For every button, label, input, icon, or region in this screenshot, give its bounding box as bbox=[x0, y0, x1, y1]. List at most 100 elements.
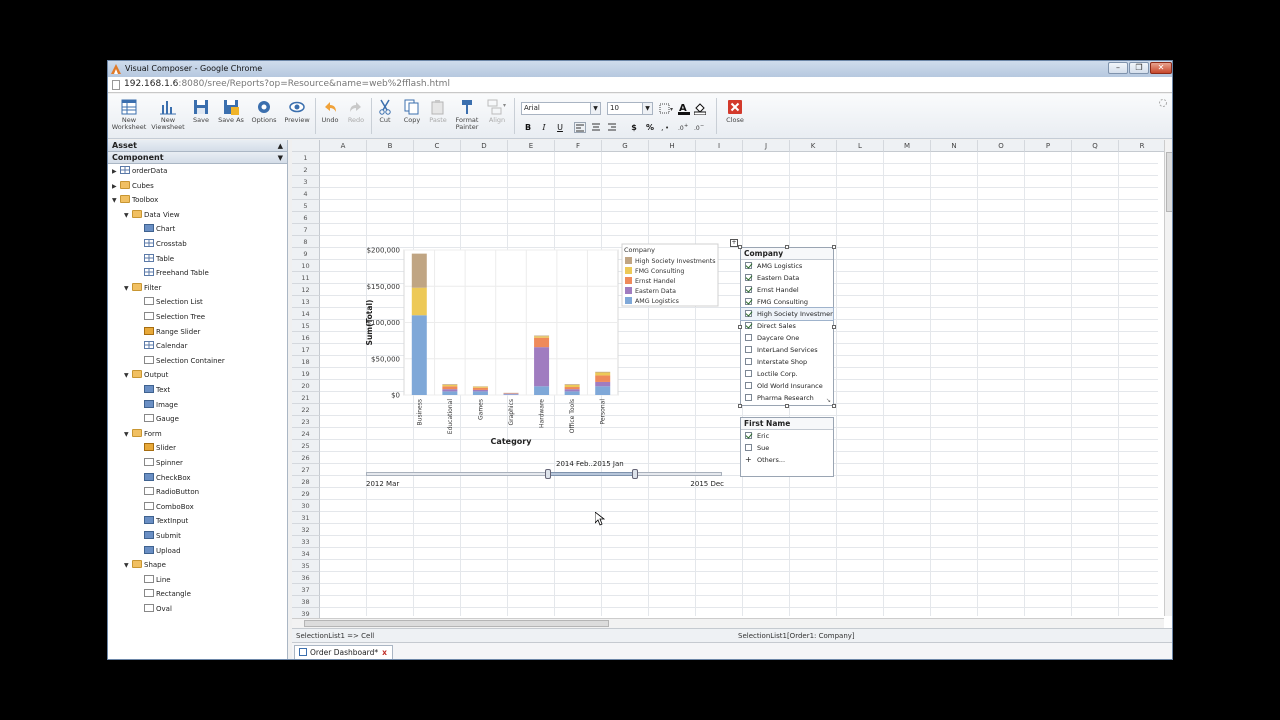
paste-button[interactable]: Paste bbox=[426, 99, 450, 124]
bar-segment[interactable] bbox=[564, 387, 580, 390]
bar-segment[interactable] bbox=[595, 371, 611, 373]
borders-button[interactable]: ▾ bbox=[659, 103, 675, 116]
first-name-selection-list[interactable]: First Name Eric Sue + Others... bbox=[740, 417, 834, 477]
row-header[interactable]: 10 bbox=[292, 260, 320, 272]
row-header[interactable]: 9 bbox=[292, 248, 320, 260]
align-right-button[interactable] bbox=[606, 122, 618, 133]
row-header[interactable]: 38 bbox=[292, 596, 320, 608]
url-text[interactable]: 192.168.1.6:8080/sree/Reports?op=Resourc… bbox=[124, 79, 450, 89]
others-item[interactable]: + Others... bbox=[741, 454, 833, 466]
comma-style-button[interactable]: , • bbox=[660, 122, 672, 133]
first-name-list-item[interactable]: Eric bbox=[741, 430, 833, 442]
tab-close-icon[interactable]: x bbox=[382, 648, 387, 657]
bar-segment[interactable] bbox=[564, 389, 580, 392]
tree-item[interactable]: CheckBox bbox=[136, 472, 191, 484]
checkbox-unchecked[interactable] bbox=[745, 382, 752, 389]
column-header[interactable]: A bbox=[320, 140, 367, 152]
close-window-button[interactable]: ✕ bbox=[1150, 62, 1172, 74]
tree-item[interactable]: Selection Container bbox=[136, 355, 225, 367]
company-selection-list[interactable]: Company AMG Logistics Eastern Data Ernst H… bbox=[740, 247, 834, 406]
tree-item[interactable]: Oval bbox=[136, 603, 172, 615]
row-header[interactable]: 36 bbox=[292, 572, 320, 584]
company-list-item[interactable]: AMG Logistics bbox=[741, 260, 833, 272]
company-list-item[interactable]: Daycare One bbox=[741, 332, 833, 344]
currency-button[interactable]: $ bbox=[628, 122, 640, 133]
tree-item[interactable]: Selection List bbox=[136, 296, 203, 308]
maximize-button[interactable]: ❐ bbox=[1129, 62, 1149, 74]
align-center-button[interactable] bbox=[590, 122, 602, 133]
tree-item[interactable]: Slider bbox=[136, 442, 176, 454]
move-handle-icon[interactable]: + bbox=[730, 239, 738, 247]
column-header[interactable]: I bbox=[696, 140, 743, 152]
row-header[interactable]: 23 bbox=[292, 416, 320, 428]
checkbox-checked[interactable] bbox=[745, 262, 752, 269]
stacked-bar-chart[interactable]: $200,000$150,000$100,000$50,000$0Sum(Tot… bbox=[364, 242, 724, 457]
row-header[interactable]: 8 bbox=[292, 236, 320, 248]
row-header[interactable]: 35 bbox=[292, 560, 320, 572]
row-header[interactable]: 15 bbox=[292, 320, 320, 332]
column-header[interactable]: Q bbox=[1072, 140, 1119, 152]
undo-button[interactable]: Undo bbox=[318, 99, 342, 124]
company-list-item[interactable]: Eastern Data bbox=[741, 272, 833, 284]
checkbox-unchecked[interactable] bbox=[745, 346, 752, 353]
component-panel-header[interactable]: Component ▼ bbox=[108, 152, 287, 164]
column-header[interactable]: H bbox=[649, 140, 696, 152]
column-header[interactable]: N bbox=[931, 140, 978, 152]
collapse-icon[interactable]: ▼ bbox=[124, 370, 132, 382]
row-header[interactable]: 17 bbox=[292, 344, 320, 356]
column-header[interactable]: D bbox=[461, 140, 508, 152]
tree-item[interactable]: ▼ Output bbox=[124, 369, 168, 381]
tree-item[interactable]: Spinner bbox=[136, 457, 183, 469]
row-header[interactable]: 11 bbox=[292, 272, 320, 284]
checkbox-checked[interactable] bbox=[745, 274, 752, 281]
row-header[interactable]: 14 bbox=[292, 308, 320, 320]
bar-segment[interactable] bbox=[442, 391, 458, 395]
company-list-item[interactable]: Pharma Research bbox=[741, 392, 833, 404]
tree-item[interactable]: ComboBox bbox=[136, 501, 194, 513]
align-button[interactable]: ▾ Align bbox=[484, 99, 510, 124]
align-left-button[interactable] bbox=[574, 122, 586, 133]
tree-item[interactable]: TextInput bbox=[136, 515, 188, 527]
resize-corner-icon[interactable]: ↘ bbox=[826, 397, 831, 404]
italic-button[interactable]: I bbox=[538, 122, 550, 133]
checkbox-checked[interactable] bbox=[745, 322, 752, 329]
tree-item[interactable]: Upload bbox=[136, 545, 181, 557]
row-header[interactable]: 29 bbox=[292, 488, 320, 500]
company-list-item[interactable]: Ernst Handel bbox=[741, 284, 833, 296]
column-header[interactable]: F bbox=[555, 140, 602, 152]
new-viewsheet-button[interactable]: New Viewsheet bbox=[150, 99, 186, 131]
checkbox-checked[interactable] bbox=[745, 310, 752, 317]
row-header[interactable]: 2 bbox=[292, 164, 320, 176]
bar-segment[interactable] bbox=[442, 389, 458, 392]
resize-handle[interactable] bbox=[785, 245, 789, 249]
row-header[interactable]: 22 bbox=[292, 404, 320, 416]
checkbox-checked[interactable] bbox=[745, 286, 752, 293]
row-header[interactable]: 13 bbox=[292, 296, 320, 308]
tree-item[interactable]: Gauge bbox=[136, 413, 179, 425]
tree-item[interactable]: Chart bbox=[136, 223, 175, 235]
legend-label[interactable]: High Society Investments bbox=[635, 258, 716, 265]
company-list-item[interactable]: FMG Consulting bbox=[741, 296, 833, 308]
underline-button[interactable]: U bbox=[554, 122, 566, 133]
tree-item[interactable]: Table bbox=[136, 253, 174, 265]
save-button[interactable]: Save bbox=[188, 99, 214, 124]
collapse-icon[interactable]: ▼ bbox=[124, 560, 132, 572]
expand-icon[interactable]: ▶ bbox=[112, 166, 120, 178]
row-header[interactable]: 30 bbox=[292, 500, 320, 512]
bar-segment[interactable] bbox=[564, 391, 580, 395]
column-header[interactable]: K bbox=[790, 140, 837, 152]
resize-handle[interactable] bbox=[832, 404, 836, 408]
bar-segment[interactable] bbox=[534, 347, 550, 387]
company-list-item[interactable]: Interstate Shop bbox=[741, 356, 833, 368]
column-header[interactable]: B bbox=[367, 140, 414, 152]
chart-legend[interactable]: Company High Society Investments FMG Consu… bbox=[621, 243, 719, 307]
bar-segment[interactable] bbox=[411, 287, 427, 316]
tree-item[interactable]: Submit bbox=[136, 530, 181, 542]
column-header[interactable]: E bbox=[508, 140, 555, 152]
percent-button[interactable]: % bbox=[644, 122, 656, 133]
legend-label[interactable]: Eastern Data bbox=[635, 288, 676, 295]
cut-button[interactable]: Cut bbox=[374, 99, 396, 124]
options-button[interactable]: Options bbox=[249, 99, 279, 124]
increase-decimal-button[interactable]: .0 + bbox=[678, 122, 690, 133]
row-header[interactable]: 25 bbox=[292, 440, 320, 452]
